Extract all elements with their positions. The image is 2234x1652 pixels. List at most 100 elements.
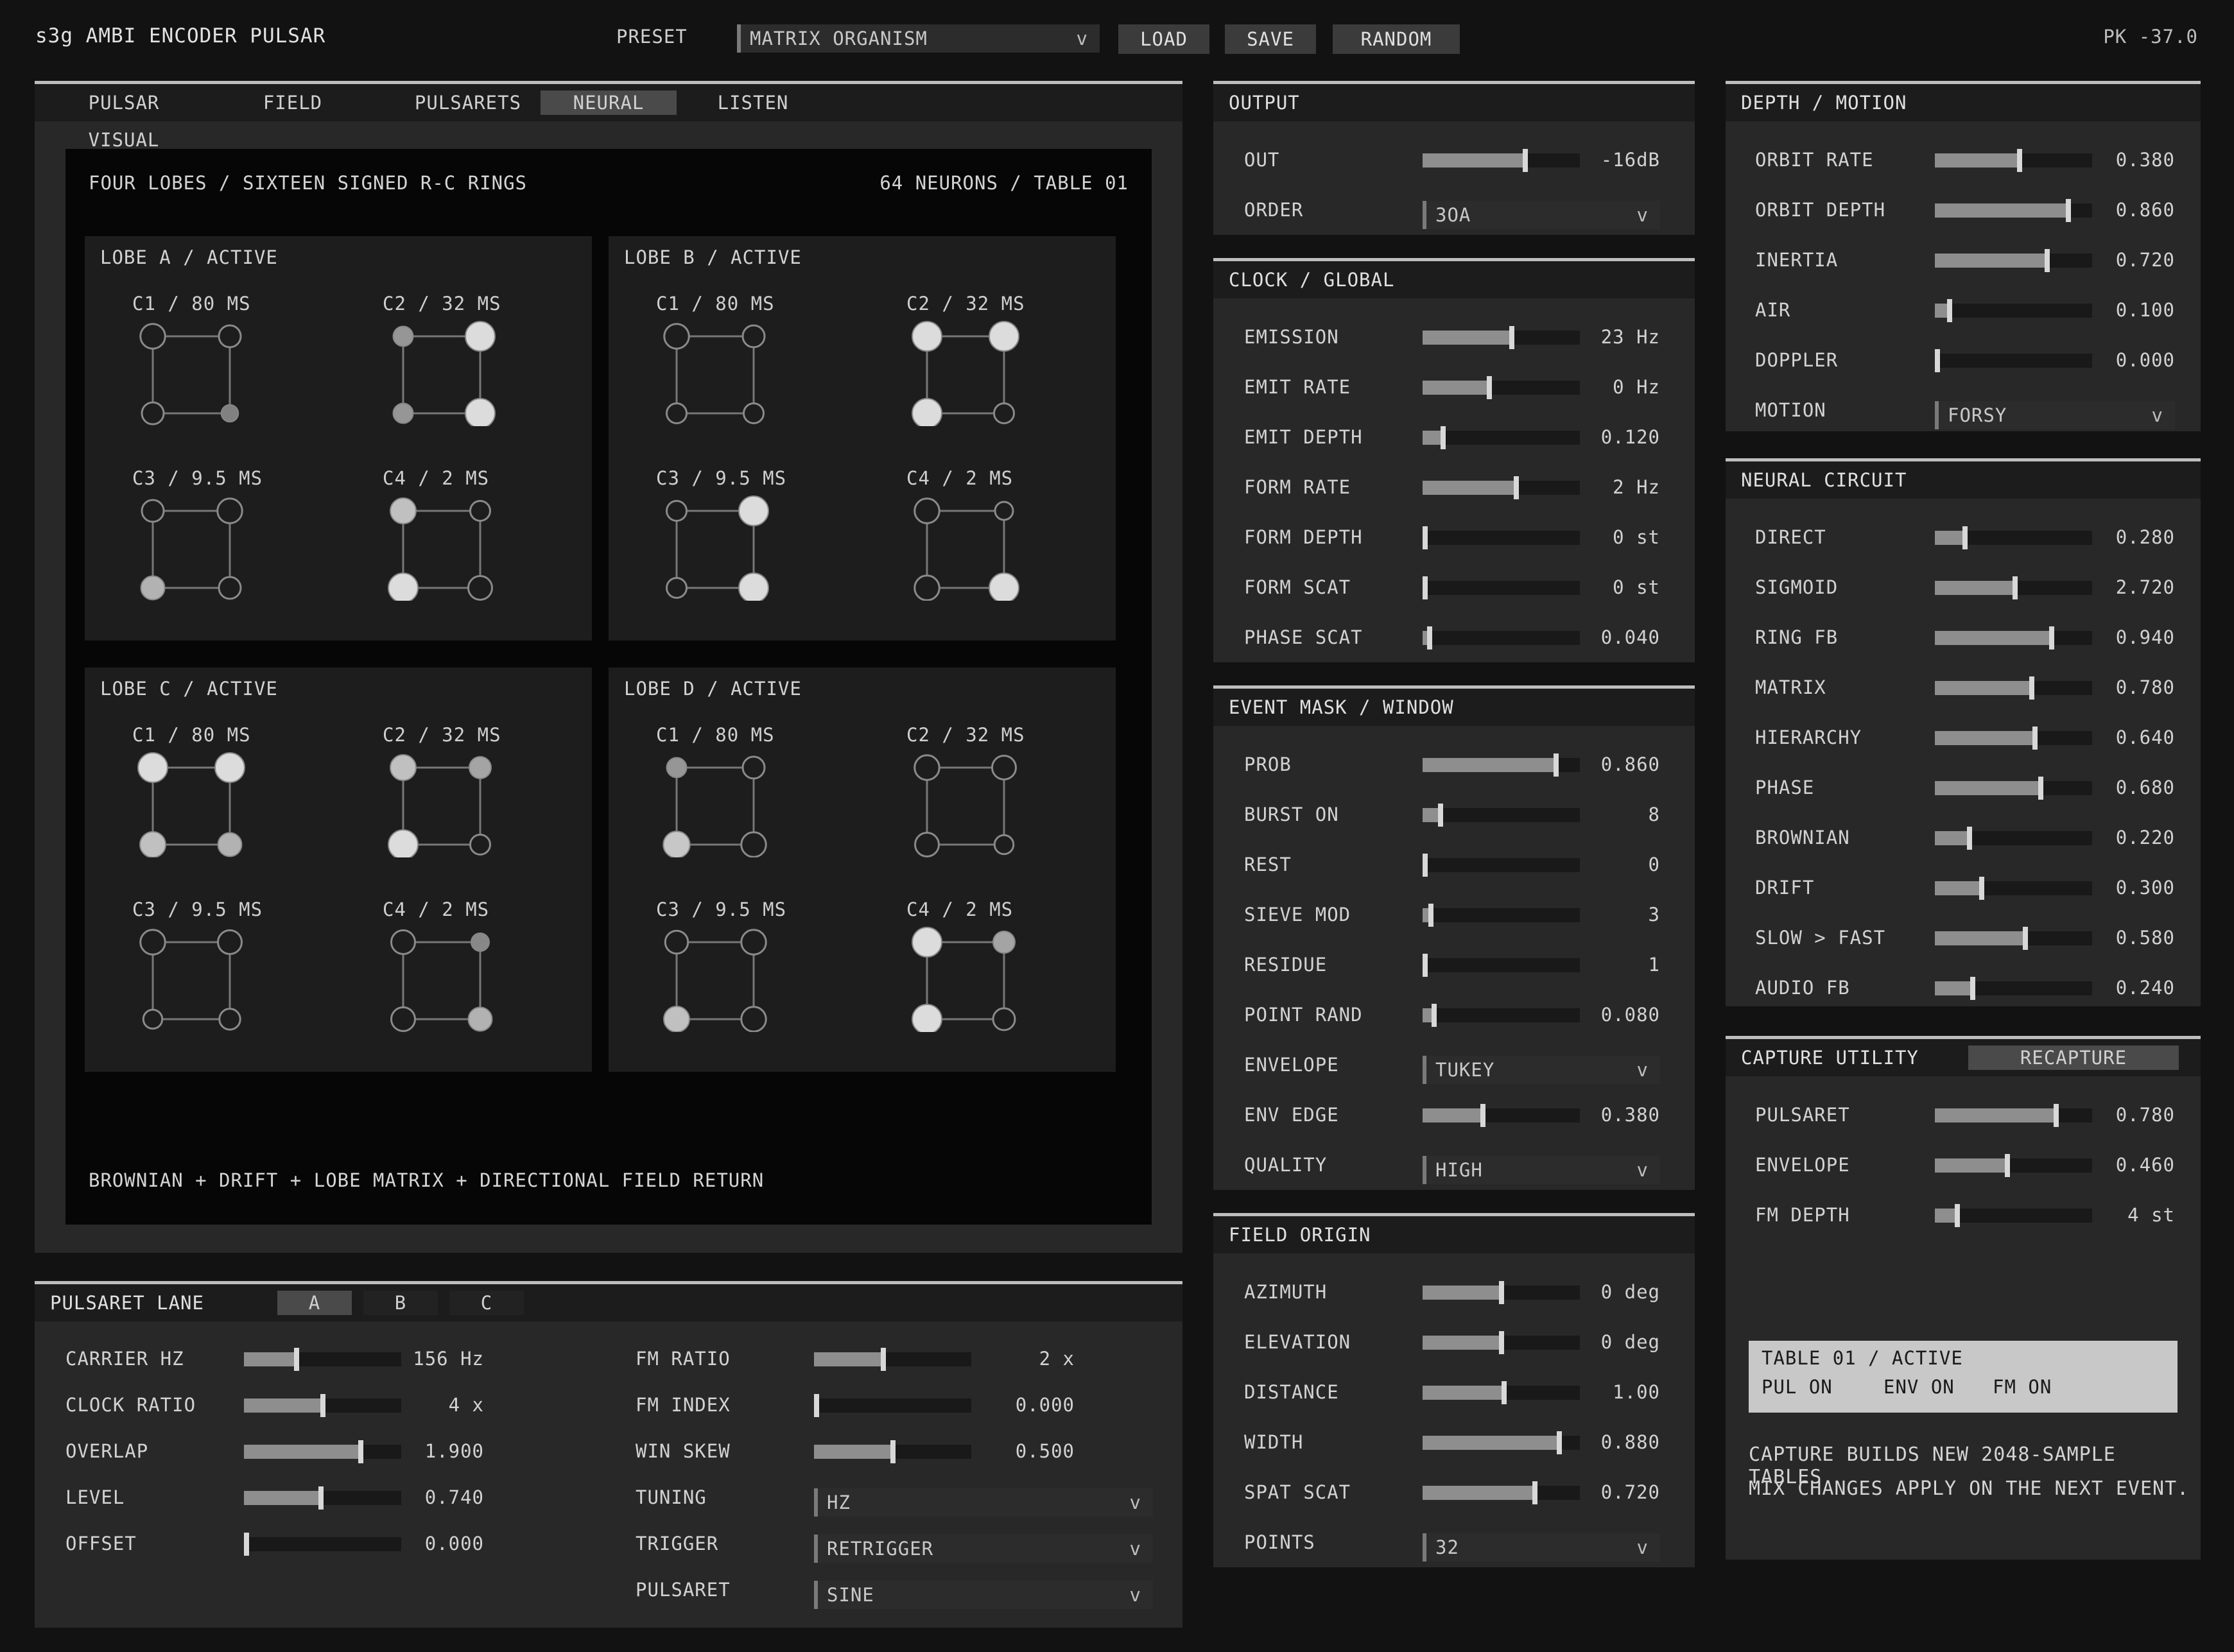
tab-field[interactable]: FIELD [248,84,338,121]
slider-azimuth[interactable] [1423,1281,1580,1304]
slider-phase-scat[interactable] [1423,626,1580,650]
select-points[interactable]: 32 v [1423,1533,1660,1562]
slider-residue[interactable] [1423,954,1580,977]
slider-direct[interactable] [1935,526,2092,549]
random-button[interactable]: RANDOM [1333,24,1460,54]
slider-handle[interactable] [1970,977,1975,1000]
slider-emission[interactable] [1423,326,1580,349]
slider-handle[interactable] [1954,1204,1960,1227]
slider-orbit-depth[interactable] [1935,199,2092,222]
slider-sigmoid[interactable] [1935,576,2092,599]
slider-width[interactable] [1423,1431,1580,1454]
tab-neural[interactable]: NEURAL [541,90,677,115]
select-trigger[interactable]: RETRIGGER v [814,1535,1153,1563]
slider-handle[interactable] [1432,1004,1437,1027]
preset-select[interactable]: MATRIX ORGANISM v [737,24,1100,53]
slider-handle[interactable] [1962,526,1968,549]
slider-sieve-mod[interactable] [1423,904,1580,927]
slider-handle[interactable] [1441,426,1446,449]
slider-handle[interactable] [2065,199,2071,222]
tab-pulsarets[interactable]: PULSARETS [381,84,555,121]
slider-handle[interactable] [1509,326,1515,349]
slider-handle[interactable] [890,1440,896,1463]
slider-drift[interactable] [1935,877,2092,900]
slider-handle[interactable] [2016,149,2022,172]
slider-elevation[interactable] [1423,1331,1580,1354]
lane-tab-c[interactable]: C [449,1291,524,1315]
slider-handle[interactable] [2005,1154,2011,1177]
slider-orbit-rate[interactable] [1935,149,2092,172]
slider-handle[interactable] [2029,676,2034,700]
slider-env-edge[interactable] [1423,1104,1580,1127]
lane-tab-a[interactable]: A [277,1291,352,1315]
slider-handle[interactable] [1423,854,1428,877]
slider-handle[interactable] [1486,376,1492,399]
tab-listen[interactable]: LISTEN [687,84,819,121]
slider-out[interactable] [1423,149,1580,172]
load-button[interactable]: LOAD [1118,24,1209,54]
recapture-button[interactable]: RECAPTURE [1968,1045,2179,1070]
slider-fm-index[interactable] [814,1394,971,1417]
slider-burst-on[interactable] [1423,804,1580,827]
slider-handle[interactable] [1946,299,1952,322]
slider-handle[interactable] [1428,904,1434,927]
slider-emit-depth[interactable] [1423,426,1580,449]
slider-pulsaret[interactable] [1935,1104,2092,1127]
slider-hierarchy[interactable] [1935,727,2092,750]
slider-handle[interactable] [1553,753,1559,777]
select-tuning[interactable]: HZ v [814,1488,1153,1517]
slider-handle[interactable] [2038,777,2044,800]
select-pulsaret[interactable]: SINE v [814,1581,1153,1609]
slider-handle[interactable] [2012,576,2018,599]
slider-point-rand[interactable] [1423,1004,1580,1027]
slider-spat-scat[interactable] [1423,1481,1580,1504]
slider-handle[interactable] [1498,1281,1504,1304]
slider-handle[interactable] [1532,1481,1537,1504]
select-quality[interactable]: HIGH v [1423,1156,1660,1184]
slider-handle[interactable] [1556,1431,1562,1454]
slider-phase[interactable] [1935,777,2092,800]
slider-handle[interactable] [1423,954,1428,977]
slider-air[interactable] [1935,299,2092,322]
slider-handle[interactable] [1423,576,1428,599]
lane-tab-b[interactable]: B [363,1291,438,1315]
slider-handle[interactable] [1523,149,1528,172]
slider-prob[interactable] [1423,753,1580,777]
slider-handle[interactable] [881,1348,887,1371]
slider-envelope[interactable] [1935,1154,2092,1177]
slider-handle[interactable] [1935,349,1940,372]
slider-handle[interactable] [1498,1331,1504,1354]
slider-handle[interactable] [814,1394,819,1417]
slider-handle[interactable] [1427,626,1433,650]
slider-fm-ratio[interactable] [814,1348,971,1371]
tab-pulsar-visual[interactable]: PULSAR VISUAL [50,84,198,151]
slider-emit-rate[interactable] [1423,376,1580,399]
slider-handle[interactable] [1514,476,1520,499]
select-order[interactable]: 3OA v [1423,201,1660,229]
slider-distance[interactable] [1423,1381,1580,1404]
slider-slow-fast[interactable] [1935,927,2092,950]
slider-inertia[interactable] [1935,249,2092,272]
slider-handle[interactable] [2044,249,2050,272]
select-motion[interactable]: FORSY v [1935,401,2175,429]
slider-handle[interactable] [2023,927,2029,950]
slider-rest[interactable] [1423,854,1580,877]
slider-handle[interactable] [2032,727,2038,750]
slider-form-rate[interactable] [1423,476,1580,499]
slider-ring-fb[interactable] [1935,626,2092,650]
slider-handle[interactable] [1966,827,1972,850]
slider-handle[interactable] [1437,804,1443,827]
save-button[interactable]: SAVE [1225,24,1316,54]
slider-brownian[interactable] [1935,827,2092,850]
slider-handle[interactable] [2053,1104,2059,1127]
slider-win-skew[interactable] [814,1440,971,1463]
slider-handle[interactable] [1423,526,1428,549]
slider-handle[interactable] [1480,1104,1486,1127]
slider-form-depth[interactable] [1423,526,1580,549]
slider-handle[interactable] [1979,877,1984,900]
select-envelope[interactable]: TUKEY v [1423,1056,1660,1084]
slider-form-scat[interactable] [1423,576,1580,599]
slider-doppler[interactable] [1935,349,2092,372]
slider-matrix[interactable] [1935,676,2092,700]
slider-handle[interactable] [1502,1381,1507,1404]
